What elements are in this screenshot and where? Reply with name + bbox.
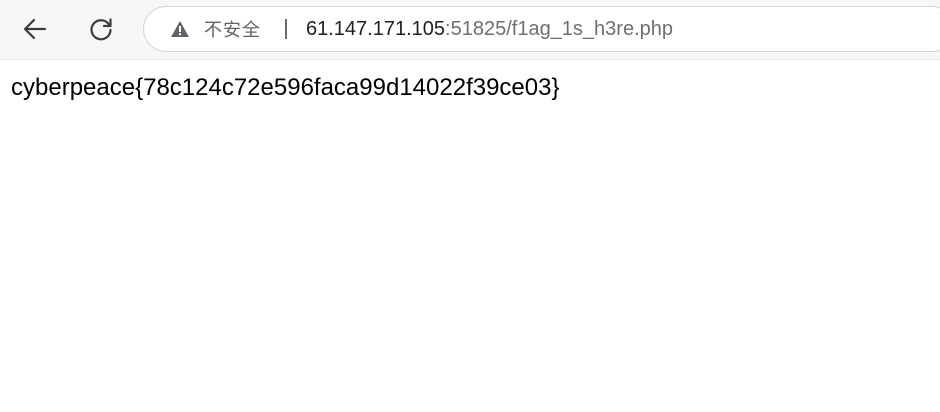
url-host: 61.147.171.105 [306,18,446,40]
page-content-text: cyberpeace{78c124c72e596faca99d14022f39c… [11,74,560,101]
reload-icon [87,15,115,43]
security-indicator[interactable]: 不安全 [170,7,261,51]
url-path: :51825/f1ag_1s_h3re.php [445,18,674,40]
address-bar[interactable]: 不安全 61.147.171.105:51825/f1ag_1s_h3re.ph… [143,6,940,52]
url-text[interactable]: 61.147.171.105:51825/f1ag_1s_h3re.php [306,7,673,51]
arrow-left-icon [21,15,49,43]
browser-toolbar: 不安全 61.147.171.105:51825/f1ag_1s_h3re.ph… [0,0,940,60]
security-label: 不安全 [204,20,261,41]
reload-button[interactable] [82,11,120,47]
warning-triangle-icon [170,20,204,38]
back-button[interactable] [16,11,54,47]
address-separator [285,19,287,39]
